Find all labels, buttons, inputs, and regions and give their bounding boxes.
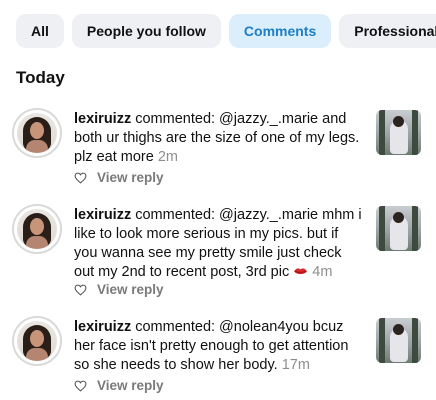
post-thumbnail[interactable]	[376, 110, 421, 155]
reply-row: View reply	[74, 378, 164, 393]
tab-professional[interactable]: Professional	[339, 14, 436, 48]
username[interactable]: lexiruizz	[74, 111, 131, 127]
reply-row: View reply	[74, 170, 164, 185]
timestamp: 2m	[157, 149, 178, 165]
timestamp: 4m	[312, 264, 333, 280]
timestamp: 17m	[281, 357, 310, 373]
tab-all[interactable]: All	[16, 14, 64, 48]
view-reply-link[interactable]: View reply	[97, 282, 164, 297]
tab-people-you-follow[interactable]: People you follow	[71, 14, 221, 48]
post-thumbnail[interactable]	[376, 206, 421, 251]
view-reply-link[interactable]: View reply	[97, 170, 164, 185]
heart-icon[interactable]	[74, 284, 87, 296]
comment-text[interactable]: lexiruizz commented: @jazzy._.marie mhm …	[74, 206, 364, 282]
kiss-mark-emoji	[294, 268, 308, 275]
avatar-image	[17, 321, 57, 361]
avatar-image	[17, 113, 57, 153]
post-thumbnail[interactable]	[376, 318, 421, 363]
reply-row: View reply	[74, 282, 164, 297]
avatar-image	[17, 209, 57, 249]
heart-icon[interactable]	[74, 172, 87, 184]
avatar[interactable]	[12, 204, 62, 254]
tab-comments[interactable]: Comments	[228, 14, 332, 48]
username[interactable]: lexiruizz	[74, 319, 131, 335]
avatar[interactable]	[12, 108, 62, 158]
section-title-today: Today	[16, 68, 65, 87]
heart-icon[interactable]	[74, 380, 87, 392]
comment-text[interactable]: lexiruizz commented: @jazzy._.marie and …	[74, 110, 364, 167]
comment-text[interactable]: lexiruizz commented: @nolean4you bcuz he…	[74, 318, 364, 375]
username[interactable]: lexiruizz	[74, 207, 131, 223]
view-reply-link[interactable]: View reply	[97, 378, 164, 393]
avatar[interactable]	[12, 316, 62, 366]
notification-filter-tabs: All People you follow Comments Professio…	[16, 14, 436, 48]
